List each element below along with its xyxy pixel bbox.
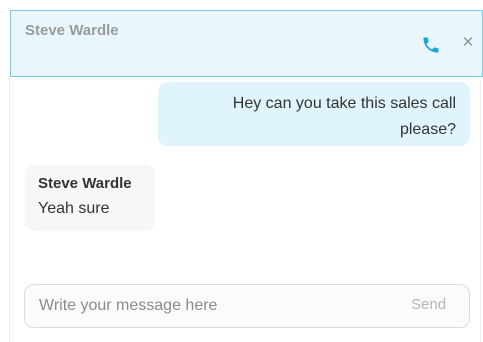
send-button[interactable]: Send	[411, 296, 446, 313]
left-border	[9, 78, 10, 342]
contact-name: Steve Wardle	[25, 22, 119, 39]
message-composer: Send	[24, 284, 470, 328]
incoming-message: Steve Wardle Yeah sure	[25, 165, 155, 231]
chat-window: Steve Wardle × Hey can you take this sal…	[0, 0, 483, 342]
right-border	[480, 78, 481, 342]
phone-icon	[423, 37, 439, 53]
message-text: Hey can you take this sales call please?	[232, 95, 456, 138]
close-button[interactable]: ×	[460, 32, 476, 54]
message-text: Yeah sure	[38, 200, 110, 217]
close-icon: ×	[462, 32, 474, 53]
call-button[interactable]	[421, 35, 441, 55]
chat-header: Steve Wardle ×	[10, 10, 483, 77]
message-input[interactable]	[39, 295, 379, 317]
message-sender: Steve Wardle	[38, 175, 132, 192]
outgoing-message: Hey can you take this sales call please?	[158, 82, 470, 146]
